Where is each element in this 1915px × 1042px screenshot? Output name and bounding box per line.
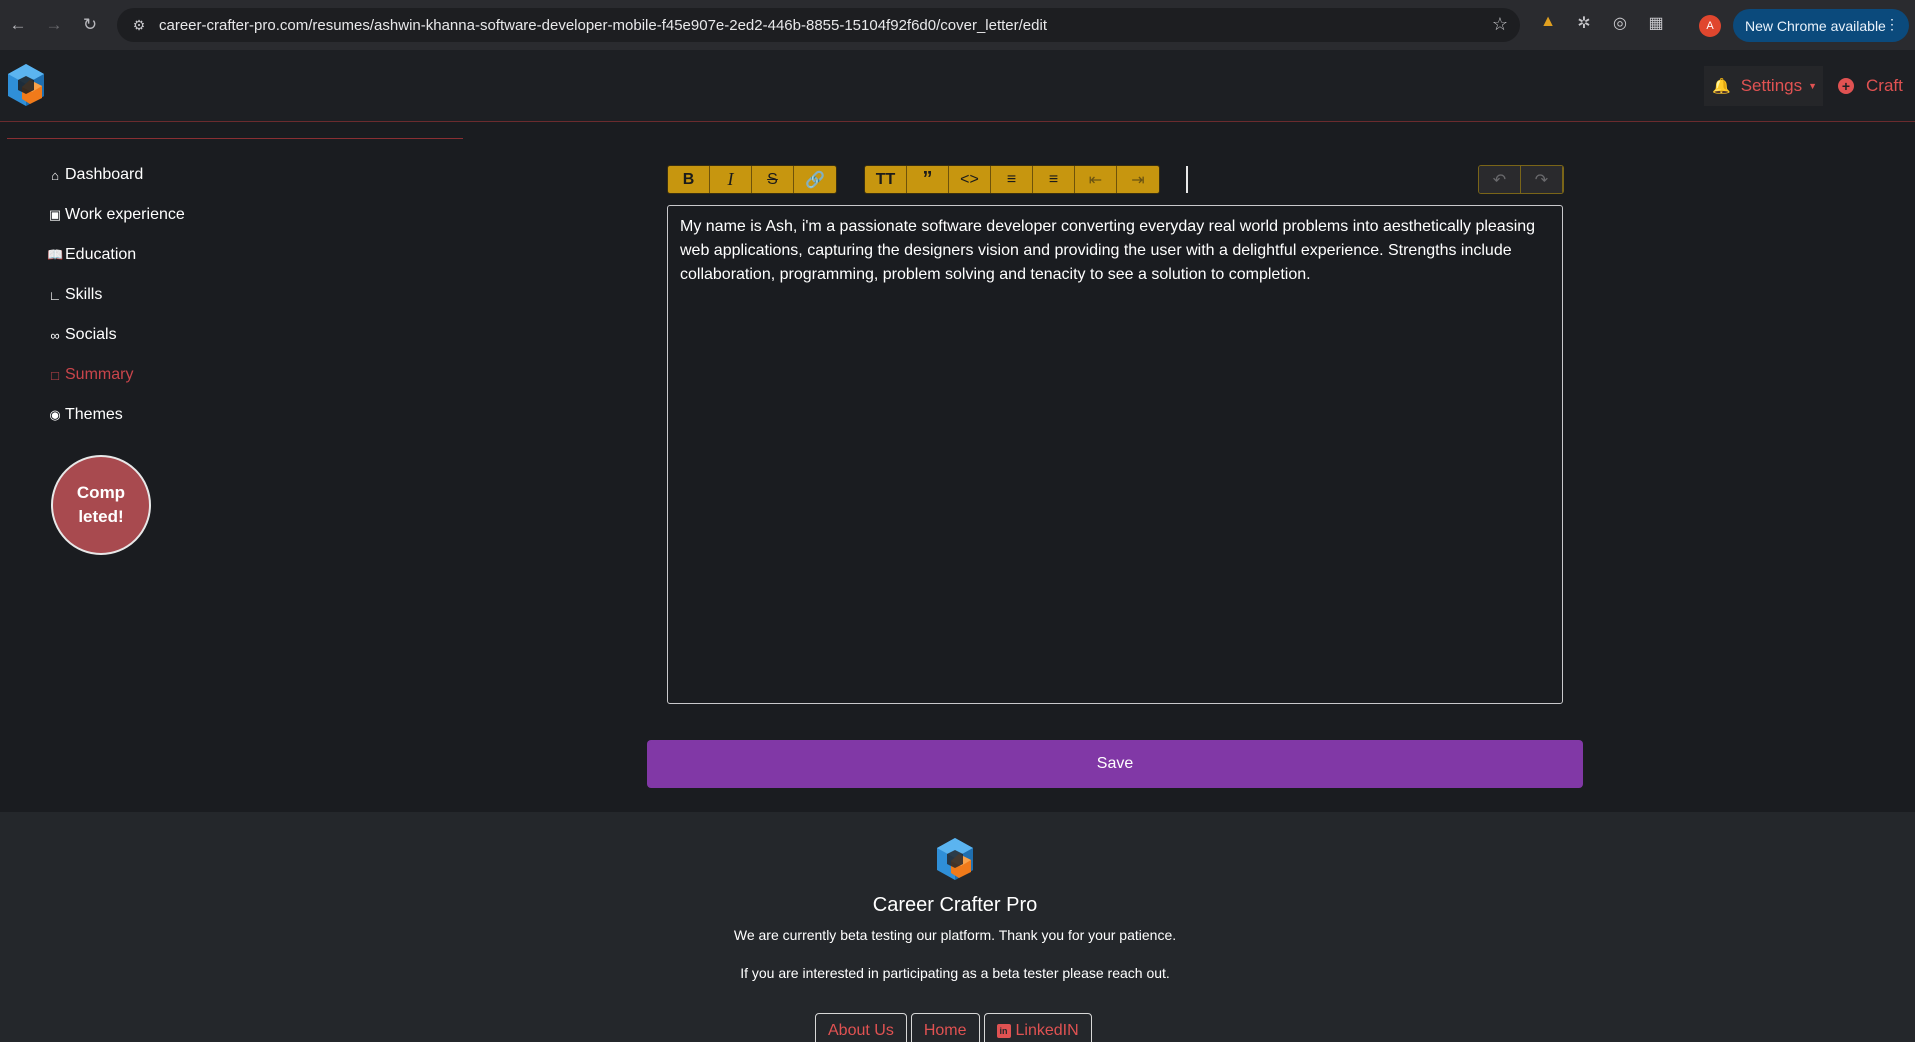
sidebar-item-label: Education bbox=[65, 246, 137, 263]
sidebar-item-label: Skills bbox=[65, 286, 103, 303]
history-toolbar-group: ↶ ↷ bbox=[1478, 165, 1564, 194]
palette-icon: ◉ bbox=[49, 407, 61, 422]
new-chrome-available-button[interactable]: New Chrome available ⋮ bbox=[1733, 9, 1909, 42]
settings-dropdown[interactable]: 🔔 Settings ▼ bbox=[1704, 66, 1823, 106]
forward-icon[interactable]: → bbox=[36, 7, 72, 43]
bookmark-star-icon[interactable]: ☆ bbox=[1492, 14, 1508, 35]
completed-badge: Comp leted! bbox=[51, 455, 151, 555]
linkedin-link[interactable]: in LinkedIN bbox=[983, 1013, 1092, 1042]
redo-button[interactable]: ↷ bbox=[1521, 166, 1563, 193]
app-header: 🔔 Settings ▼ + Craft bbox=[0, 50, 1915, 122]
url-text[interactable]: career-crafter-pro.com/resumes/ashwin-kh… bbox=[159, 17, 1047, 34]
chevron-down-icon: ▼ bbox=[1808, 81, 1818, 91]
footer-logo-icon bbox=[937, 838, 973, 880]
linkedin-icon: in bbox=[996, 1024, 1011, 1038]
home-label: Home bbox=[923, 1022, 967, 1039]
new-chrome-label: New Chrome available bbox=[1745, 17, 1886, 34]
plus-circle-icon: + bbox=[1838, 78, 1854, 94]
format-toolbar-group: B I S 🔗 bbox=[667, 165, 837, 194]
about-us-label: About Us bbox=[828, 1022, 894, 1039]
book-icon: 📖 bbox=[47, 247, 64, 262]
footer-beta-invite: If you are interested in participating a… bbox=[740, 965, 1170, 981]
bullet-list-button[interactable]: ≡ bbox=[991, 166, 1033, 193]
extensions-puzzle-icon[interactable]: ▦ bbox=[1644, 13, 1668, 33]
home-link[interactable]: Home bbox=[910, 1013, 980, 1042]
bell-icon: 🔔 bbox=[1712, 78, 1731, 95]
sidebar-item-label: Dashboard bbox=[65, 166, 144, 183]
block-toolbar-group: T​T ” <> ≡ ≡ ⇤ ⇥ bbox=[864, 165, 1160, 194]
cover-letter-editor[interactable]: My name is Ash, i'm a passionate softwar… bbox=[667, 205, 1563, 704]
linkedin-label: LinkedIN bbox=[1015, 1022, 1079, 1039]
about-us-link[interactable]: About Us bbox=[815, 1013, 907, 1042]
craft-label: Craft bbox=[1866, 76, 1903, 95]
footer-links: About Us Home in LinkedIN bbox=[815, 1013, 1092, 1042]
indent-button[interactable]: ⇥ bbox=[1117, 166, 1159, 193]
bold-button[interactable]: B bbox=[668, 166, 710, 193]
footer: Career Crafter Pro We are currently beta… bbox=[0, 812, 1915, 1042]
browser-toolbar: ← → ↻ ⚙ career-crafter-pro.com/resumes/a… bbox=[0, 0, 1915, 50]
sidebar-divider bbox=[7, 138, 463, 139]
document-icon: □ bbox=[51, 367, 59, 383]
career-crafter-logo-icon[interactable] bbox=[4, 62, 48, 108]
sidebar-item-dashboard[interactable]: ⌂ Dashboard bbox=[47, 162, 143, 188]
sidebar-item-summary[interactable]: □ Summary bbox=[47, 362, 133, 388]
undo-button[interactable]: ↶ bbox=[1479, 166, 1521, 193]
sidebar-item-label: Themes bbox=[65, 406, 123, 423]
address-bar[interactable]: ⚙ career-crafter-pro.com/resumes/ashwin-… bbox=[117, 8, 1520, 42]
back-icon[interactable]: ← bbox=[0, 7, 36, 43]
sidebar-item-education[interactable]: 📖 Education bbox=[47, 242, 136, 268]
sidebar-item-label: Socials bbox=[65, 326, 117, 343]
strikethrough-button[interactable]: S bbox=[752, 166, 794, 193]
more-menu-icon[interactable]: ⋮ bbox=[1885, 16, 1899, 33]
briefcase-icon: ▣ bbox=[48, 207, 62, 222]
footer-title: Career Crafter Pro bbox=[872, 894, 1038, 916]
craft-button[interactable]: + Craft bbox=[1838, 66, 1903, 106]
chart-icon: ∟ bbox=[48, 287, 62, 303]
quote-button[interactable]: ” bbox=[907, 166, 949, 193]
footer-beta-notice: We are currently beta testing our platfo… bbox=[733, 927, 1177, 943]
save-button[interactable]: Save bbox=[647, 740, 1583, 788]
text-cursor bbox=[1186, 166, 1188, 193]
extension-target-icon[interactable]: ◎ bbox=[1608, 13, 1632, 33]
sidebar-item-label: Summary bbox=[65, 366, 134, 383]
heading-button[interactable]: T​T bbox=[865, 166, 907, 193]
link-button[interactable]: 🔗 bbox=[794, 166, 836, 193]
link-icon: ∞ bbox=[50, 327, 60, 343]
sidebar-item-themes[interactable]: ◉ Themes bbox=[47, 402, 123, 428]
extension-gear-icon[interactable]: ✲ bbox=[1572, 13, 1596, 33]
code-button[interactable]: <> bbox=[949, 166, 991, 193]
sidebar-item-label: Work experience bbox=[65, 206, 185, 223]
settings-label: Settings bbox=[1740, 76, 1803, 95]
sidebar-item-work-experience[interactable]: ▣ Work experience bbox=[47, 202, 185, 228]
profile-avatar[interactable]: A bbox=[1699, 15, 1721, 37]
extension-warning-icon[interactable]: ▲ bbox=[1536, 13, 1560, 31]
numbered-list-button[interactable]: ≡ bbox=[1033, 166, 1075, 193]
sidebar-item-skills[interactable]: ∟ Skills bbox=[47, 282, 103, 308]
home-icon: ⌂ bbox=[51, 167, 59, 183]
reload-icon[interactable]: ↻ bbox=[72, 7, 108, 43]
outdent-button[interactable]: ⇤ bbox=[1075, 166, 1117, 193]
italic-button[interactable]: I bbox=[710, 166, 752, 193]
site-settings-icon[interactable]: ⚙ bbox=[125, 17, 153, 34]
sidebar-item-socials[interactable]: ∞ Socials bbox=[47, 322, 117, 348]
